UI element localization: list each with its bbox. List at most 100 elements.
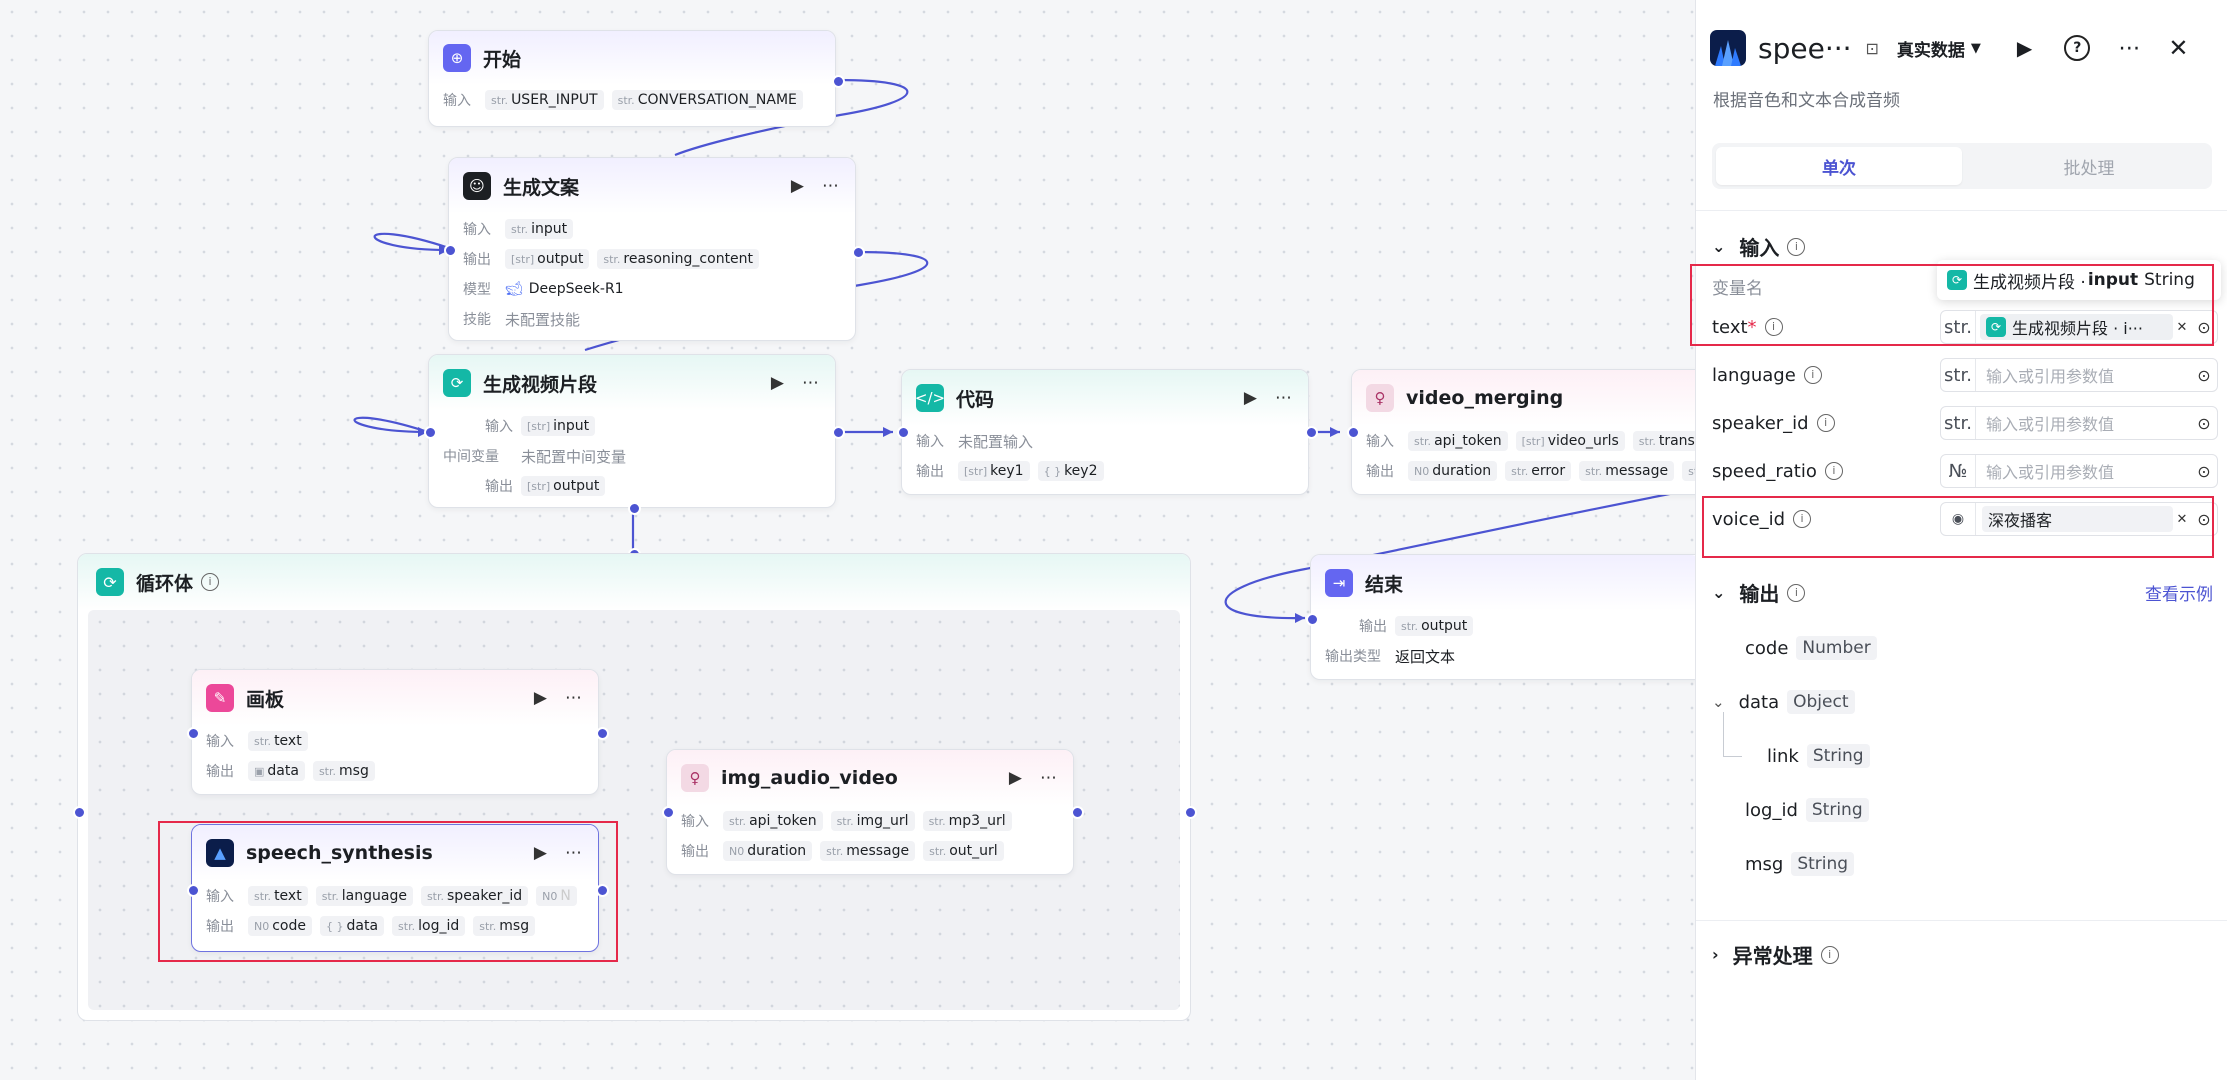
output-tag: str. log_id — [392, 916, 466, 936]
tab-single[interactable]: 单次 — [1716, 147, 1962, 185]
end-icon: ⇥ — [1325, 569, 1353, 597]
output-tag: str. error — [1505, 461, 1572, 481]
output-data[interactable]: ⌄ data Object — [1712, 690, 1855, 714]
workflow-canvas[interactable]: ⊕ 开始 输入 str. USER_INPUT str. CONVERSATION_… — [0, 0, 1711, 1080]
port[interactable] — [832, 426, 845, 439]
canvas-board-node[interactable]: ✎ 画板 ▶ ⋯ 输入 str. text 输出 ▣ data str. msg — [191, 669, 599, 795]
more-icon[interactable]: ⋯ — [565, 688, 582, 708]
node-config-panel: spee··· ⊡ 真实数据 ▼ ▶ ? ⋯ ✕ 根据音色和文本合成音频 单次 批… — [1690, 0, 2227, 1080]
port[interactable] — [852, 246, 865, 259]
info-icon: i — [1787, 583, 1806, 602]
port[interactable] — [1347, 426, 1360, 439]
panel-title[interactable]: spee··· — [1758, 32, 1852, 65]
start-output-port[interactable] — [832, 75, 845, 88]
img-audio-video-node[interactable]: ♀ img_audio_video ▶ ⋯ 输入 str. api_token st… — [666, 749, 1074, 875]
info-icon[interactable]: i — [201, 573, 220, 591]
input-tag: str. CONVERSATION_NAME — [611, 90, 803, 110]
port[interactable] — [596, 884, 609, 897]
port[interactable] — [628, 502, 641, 515]
output-tag: str. message — [1579, 461, 1675, 481]
node-title: 生成文案 — [503, 176, 580, 199]
view-example-link[interactable]: 查看示例 — [2145, 580, 2213, 605]
node-title: 开始 — [483, 48, 522, 71]
run-icon[interactable]: ▶ — [1009, 768, 1022, 788]
more-icon[interactable]: ⋯ — [822, 176, 839, 196]
output-tag: N0 duration — [1408, 461, 1498, 481]
exception-section-header[interactable]: › 异常处理 i — [1712, 940, 1839, 969]
help-icon[interactable]: ? — [2064, 35, 2091, 61]
clear-icon[interactable]: ✕ — [2173, 512, 2191, 527]
tab-batch[interactable]: 批处理 — [1966, 143, 2212, 189]
input-tag: [str] video_urls — [1515, 431, 1625, 451]
end-node[interactable]: ⇥ 结束 输出 str. output 输出类型 返回文本 — [1310, 554, 1700, 680]
avatar-icon: ♀ — [1366, 384, 1394, 412]
output-tag: str. output — [1395, 616, 1474, 636]
port[interactable] — [73, 806, 86, 819]
code-node[interactable]: </> 代码 ▶ ⋯ 输入 未配置输入 输出 [str] key1 { } key2 — [901, 369, 1309, 495]
bot-icon: ☺ — [463, 172, 491, 200]
variable-picker-icon[interactable]: ⊙ — [2191, 510, 2217, 529]
video-clip-node[interactable]: ⟳ 生成视频片段 ▶ ⋯ 输入 [str] input 中间变量 未配置中间变量 输… — [428, 354, 836, 508]
deepseek-icon: 🐋︎ — [505, 281, 523, 297]
input-tag: str. text — [248, 731, 308, 751]
port[interactable] — [1071, 806, 1084, 819]
more-icon[interactable]: ⋯ — [1275, 388, 1292, 408]
output-tag: [str] output — [505, 249, 590, 269]
voice-id-select[interactable]: ◉ 深夜播客 ✕ ⊙ — [1940, 502, 2218, 536]
speech-synthesis-logo — [1710, 30, 1746, 66]
clear-icon[interactable]: ✕ — [2173, 320, 2191, 335]
port[interactable] — [424, 426, 437, 439]
caret-down-icon: ▼ — [1970, 40, 1981, 56]
var-name-header: 变量名 — [1712, 279, 1763, 299]
run-icon[interactable]: ▶ — [534, 688, 547, 708]
text-input[interactable]: str. ⟳ 生成视频片段 · i··· ✕ ⊙ — [1940, 310, 2218, 344]
info-icon: i — [1803, 366, 1822, 384]
run-icon[interactable]: ▶ — [791, 176, 804, 196]
input-tag: str. api_token — [1408, 431, 1508, 451]
more-icon[interactable]: ⋯ — [2118, 36, 2140, 61]
port[interactable] — [444, 244, 457, 257]
output-section-header[interactable]: ⌄ 输出 i — [1712, 578, 1806, 607]
copywriting-node[interactable]: ☺ 生成文案 ▶ ⋯ 输入 str. input 输出 [str] output st… — [448, 157, 856, 341]
variable-picker-icon[interactable]: ⊙ — [2191, 462, 2217, 481]
speaker-id-input[interactable]: str. 输入或引用参数值 ⊙ — [1940, 406, 2218, 440]
port[interactable] — [596, 727, 609, 740]
port[interactable] — [1305, 426, 1318, 439]
port[interactable] — [187, 727, 200, 740]
node-title: 结束 — [1365, 573, 1404, 596]
output-tag: str. msg — [473, 916, 536, 936]
run-icon[interactable]: ▶ — [534, 843, 547, 863]
port[interactable] — [187, 884, 200, 897]
loop-icon: ⟳ — [443, 369, 471, 397]
run-icon[interactable]: ▶ — [771, 373, 784, 393]
panel-description: 根据音色和文本合成音频 — [1713, 91, 1900, 111]
variable-picker-icon[interactable]: ⊙ — [2191, 414, 2217, 433]
input-tag: str. speaker_id — [420, 886, 529, 906]
run-icon[interactable]: ▶ — [1244, 388, 1257, 408]
output-tag: str. out_url — [923, 841, 1004, 861]
input-section-header[interactable]: ⌄ 输入 i — [1712, 232, 1806, 261]
run-icon[interactable]: ▶ — [2017, 36, 2032, 60]
start-node[interactable]: ⊕ 开始 输入 str. USER_INPUT str. CONVERSATION_… — [428, 30, 836, 127]
port[interactable] — [897, 426, 910, 439]
more-icon[interactable]: ⋯ — [565, 843, 582, 863]
language-input[interactable]: str. 输入或引用参数值 ⊙ — [1940, 358, 2218, 392]
video-merging-node[interactable]: ♀ video_merging 输入 str. api_token [str] vi… — [1351, 369, 1711, 495]
close-icon[interactable]: ✕ — [2168, 34, 2188, 62]
port[interactable] — [662, 806, 675, 819]
port[interactable] — [1306, 613, 1319, 626]
data-mode-select[interactable]: 真实数据 ▼ — [1897, 36, 1981, 61]
code-icon: </> — [915, 384, 945, 412]
input-tag: str. text — [248, 886, 308, 906]
loop-icon: ⟳ — [96, 568, 124, 596]
variable-picker-icon[interactable]: ⊙ — [2191, 366, 2217, 385]
info-icon: i — [1824, 462, 1843, 480]
port[interactable] — [1184, 806, 1197, 819]
input-tag: str. mp3_url — [922, 811, 1012, 831]
speed-ratio-input[interactable]: № 输入或引用参数值 ⊙ — [1940, 454, 2218, 488]
more-icon[interactable]: ⋯ — [802, 373, 819, 393]
variable-picker-icon[interactable]: ⊙ — [2191, 318, 2217, 337]
audio-wave-icon: ◉ — [1941, 503, 1976, 535]
speech-synthesis-node[interactable]: ▲ speech_synthesis ▶ ⋯ 输入 str. text str. la… — [191, 824, 599, 952]
more-icon[interactable]: ⋯ — [1040, 768, 1057, 788]
